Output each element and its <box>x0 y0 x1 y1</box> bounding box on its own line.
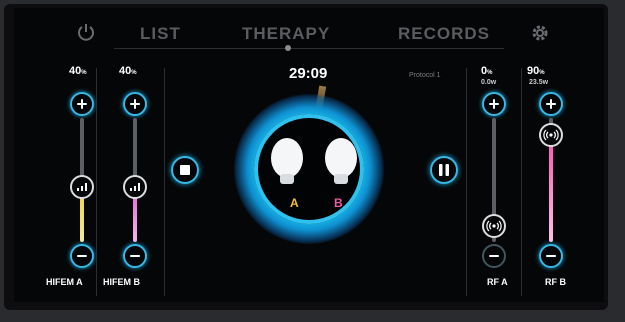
channel-divider <box>466 68 467 296</box>
tab-therapy[interactable]: THERAPY <box>242 24 330 44</box>
pause-button[interactable] <box>430 156 458 184</box>
hifem-b-percent: 40% <box>119 65 137 77</box>
applicator-b-label: B <box>334 196 343 210</box>
touch-screen: LIST THERAPY RECORDS 40% HIFEM A 40% HIF… <box>14 8 604 302</box>
radio-waves-icon <box>486 220 502 232</box>
hifem-a-label: HIFEM A <box>46 277 83 287</box>
applicator-a-icon <box>271 138 303 184</box>
rf-b-percent: 90% <box>527 65 545 77</box>
stop-icon <box>180 165 190 175</box>
active-tab-indicator <box>285 45 291 51</box>
protocol-label: Protocol 1 <box>409 72 441 79</box>
hifem-a-percent: 40% <box>69 65 87 77</box>
nav-divider <box>114 48 504 49</box>
rf-a-slider-handle[interactable] <box>482 214 506 238</box>
channel-divider <box>96 68 97 296</box>
hifem-a-increase-button[interactable] <box>70 92 94 116</box>
hifem-b-decrease-button[interactable] <box>123 244 147 268</box>
rf-b-power: 23.5w <box>529 79 549 86</box>
pause-icon <box>439 164 449 176</box>
hifem-b-increase-button[interactable] <box>123 92 147 116</box>
hifem-b-slider-handle[interactable] <box>123 175 147 199</box>
radio-waves-icon <box>543 129 559 141</box>
rf-a-label: RF A <box>487 277 508 287</box>
signal-bars-icon <box>130 183 140 191</box>
signal-bars-icon <box>77 183 87 191</box>
rf-b-slider-fill <box>549 144 553 242</box>
rf-b-increase-button[interactable] <box>539 92 563 116</box>
hifem-b-label: HIFEM B <box>103 277 140 287</box>
hifem-a-slider-handle[interactable] <box>70 175 94 199</box>
tab-records[interactable]: RECORDS <box>398 24 490 44</box>
channel-divider <box>521 68 522 296</box>
gear-icon[interactable] <box>529 22 551 44</box>
rf-a-decrease-button[interactable] <box>482 244 506 268</box>
applicator-b-icon <box>325 138 357 184</box>
stop-button[interactable] <box>171 156 199 184</box>
rf-a-percent: 0% <box>481 65 493 77</box>
rf-b-label: RF B <box>545 277 566 287</box>
session-timer: 29:09 <box>289 65 328 82</box>
tab-list[interactable]: LIST <box>140 24 181 44</box>
rf-a-increase-button[interactable] <box>482 92 506 116</box>
power-icon[interactable] <box>76 22 96 42</box>
rf-a-power: 0.0w <box>481 79 497 86</box>
rf-b-decrease-button[interactable] <box>539 244 563 268</box>
rf-b-slider-handle[interactable] <box>539 123 563 147</box>
applicator-a-label: A <box>290 196 299 210</box>
hifem-a-decrease-button[interactable] <box>70 244 94 268</box>
channel-divider <box>164 68 165 296</box>
